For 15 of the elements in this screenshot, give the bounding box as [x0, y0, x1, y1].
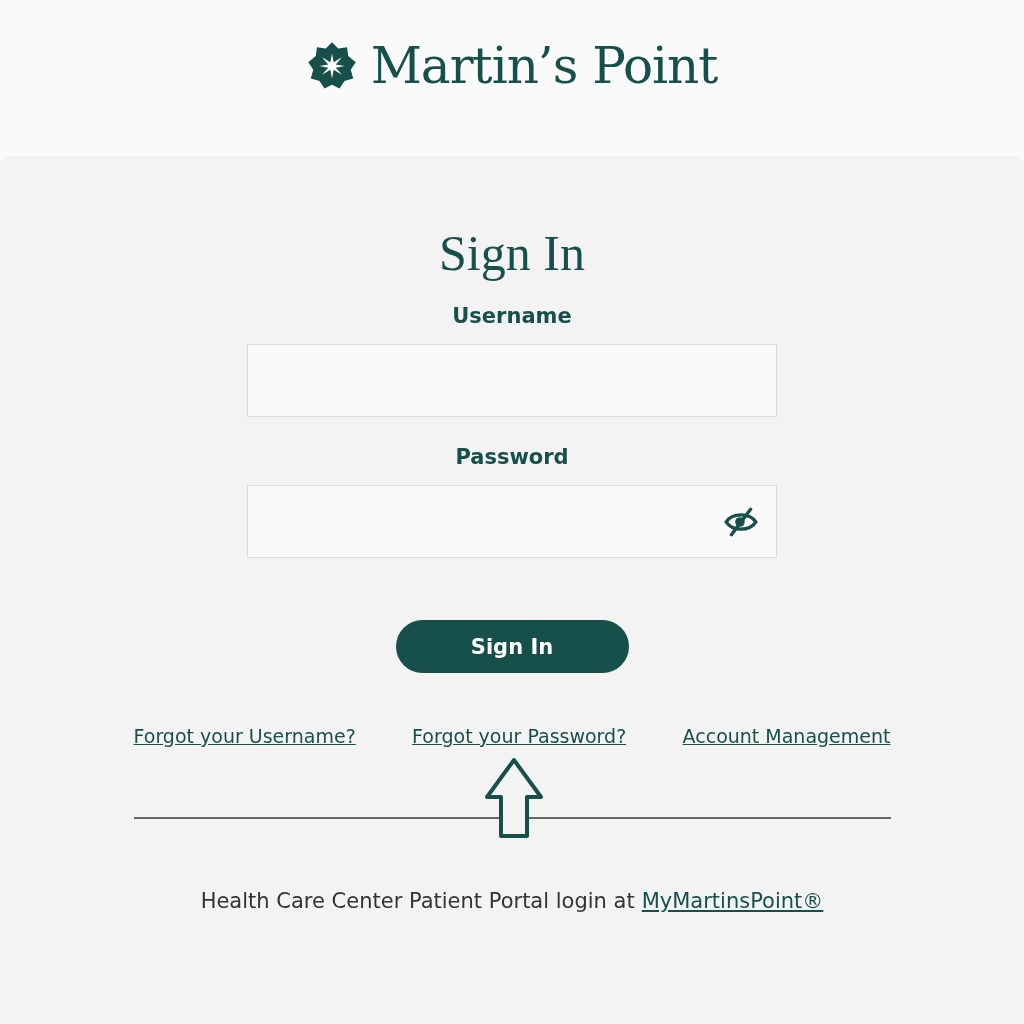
- logo-icon: [306, 41, 357, 91]
- portal-link[interactable]: MyMartinsPoint®: [641, 889, 824, 913]
- sign-in-button[interactable]: Sign In: [395, 620, 629, 673]
- input-field[interactable]: [247, 344, 777, 417]
- page-title: Sign In: [439, 224, 585, 282]
- link[interactable]: Forgot your Password?: [412, 725, 627, 747]
- field-label: Password: [455, 445, 569, 469]
- field-label: Username: [452, 304, 572, 328]
- input-field[interactable]: [247, 485, 777, 558]
- footer-text: Health Care Center Patient Portal login at: [200, 889, 635, 913]
- link[interactable]: Forgot your Username?: [133, 725, 356, 747]
- link[interactable]: Account Management: [682, 725, 891, 747]
- up-arrow-icon: [482, 757, 545, 839]
- logo-text: Martin’s Point: [370, 37, 718, 95]
- hidden-eye-icon[interactable]: [724, 506, 758, 537]
